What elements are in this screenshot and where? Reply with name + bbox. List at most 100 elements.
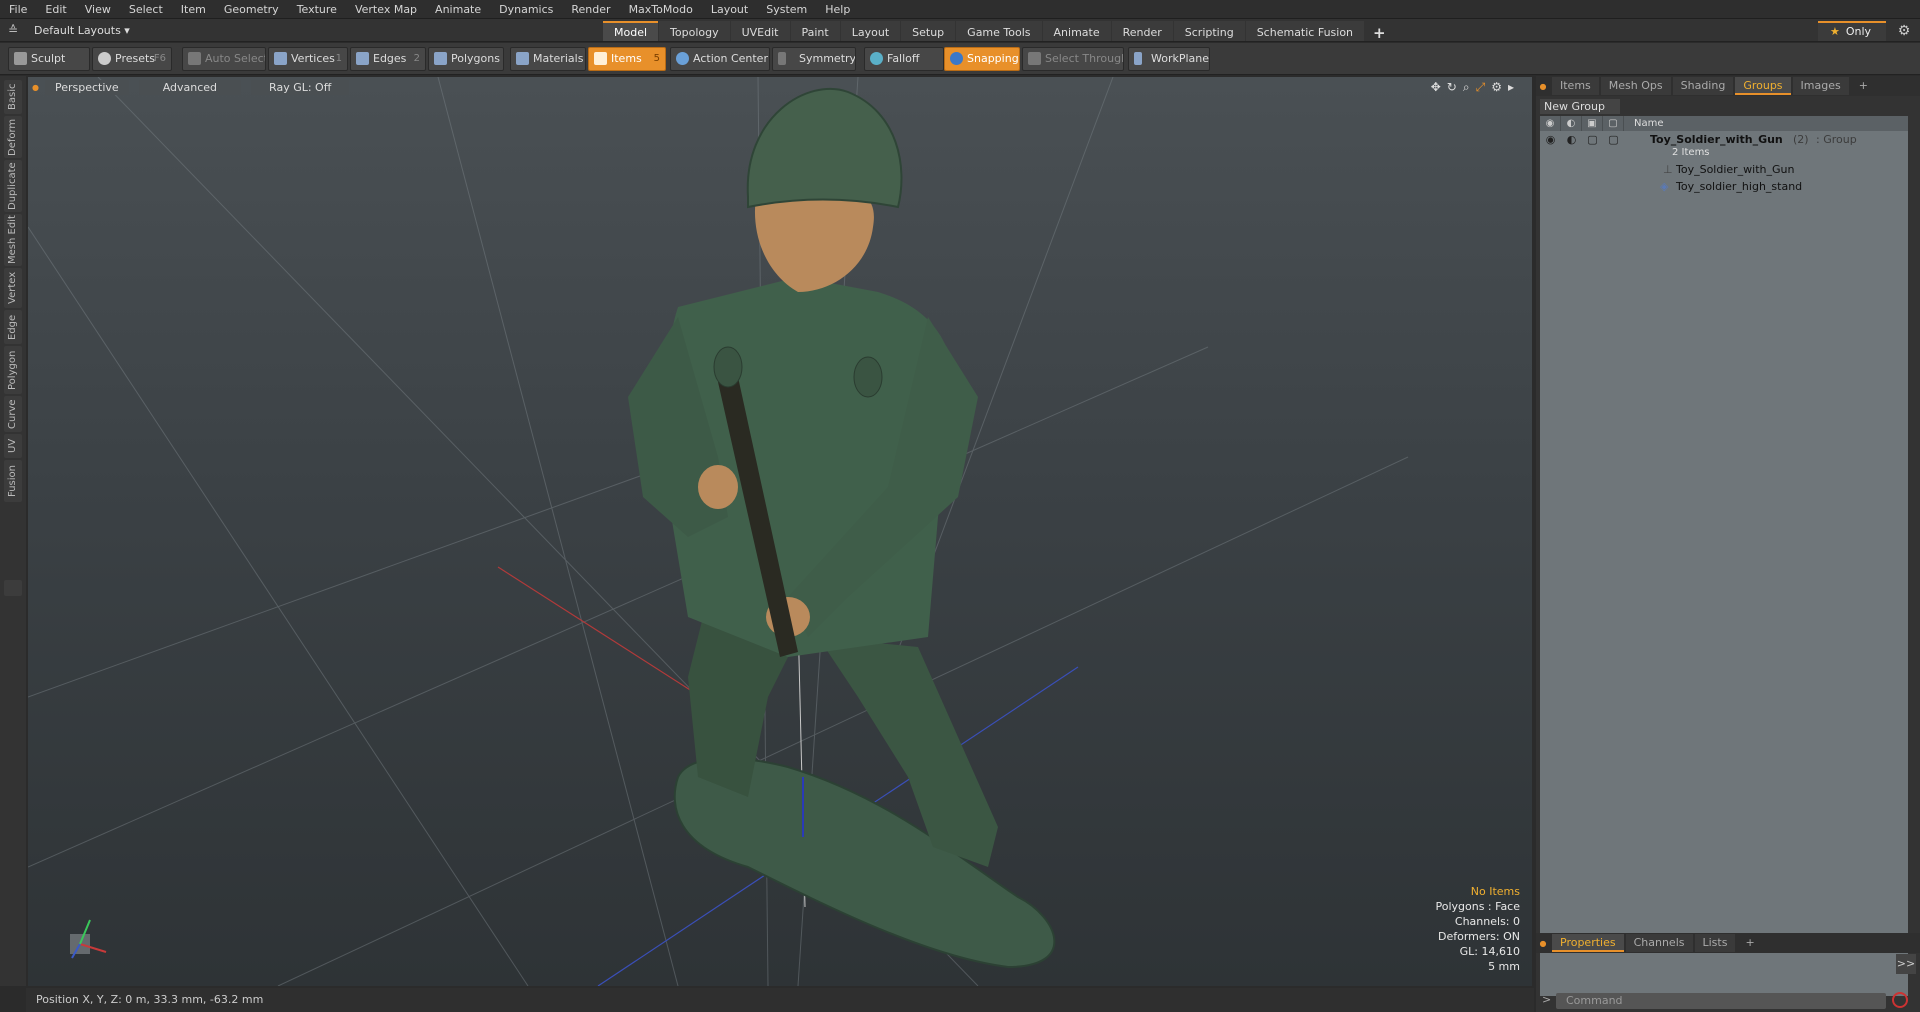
menu-render[interactable]: Render: [562, 0, 619, 19]
tab-expand[interactable]: [4, 580, 22, 596]
tab-groups[interactable]: Groups: [1735, 77, 1791, 95]
tab-images[interactable]: Images: [1792, 77, 1849, 95]
menu-vertex-map[interactable]: Vertex Map: [346, 0, 426, 19]
name-column-header[interactable]: Name: [1624, 118, 1664, 129]
action-center-button[interactable]: Action Center: [670, 47, 770, 71]
symmetry-button[interactable]: Symmetry: [772, 47, 856, 71]
properties-menu-icon[interactable]: ●: [1536, 939, 1550, 948]
viewport-settings-icon[interactable]: ⚙: [1491, 80, 1502, 95]
new-group-button[interactable]: New Group: [1540, 99, 1620, 114]
tab-vertex[interactable]: Vertex: [4, 268, 22, 308]
select-through-button[interactable]: Select Through: [1022, 47, 1124, 71]
menu-animate[interactable]: Animate: [426, 0, 490, 19]
fit-view-icon[interactable]: ⤢: [1476, 80, 1486, 95]
eye-column-icon[interactable]: ◉: [1540, 116, 1561, 131]
snapping-button[interactable]: Snapping: [944, 47, 1020, 71]
vertices-button[interactable]: Vertices 1: [268, 47, 348, 71]
viewport-menu-icon[interactable]: ●: [32, 83, 39, 92]
add-panel-tab-button[interactable]: +: [1851, 77, 1876, 95]
tab-mesh-ops[interactable]: Mesh Ops: [1600, 77, 1671, 95]
menu-help[interactable]: Help: [816, 0, 859, 19]
left-tool-tabs: Basic Deform Duplicate Mesh Edit Vertex …: [0, 76, 26, 986]
menu-item[interactable]: Item: [172, 0, 215, 19]
tab-basic[interactable]: Basic: [4, 80, 22, 114]
tab-layout[interactable]: Layout: [840, 21, 901, 41]
auto-select-button[interactable]: Auto Select: [182, 47, 266, 71]
menu-system[interactable]: System: [757, 0, 816, 19]
tab-schematic-fusion[interactable]: Schematic Fusion: [1245, 21, 1365, 41]
tab-paint[interactable]: Paint: [790, 21, 840, 41]
shading-dropdown[interactable]: Advanced: [138, 79, 242, 95]
items-button[interactable]: Items 5: [588, 47, 666, 71]
tab-animate[interactable]: Animate: [1042, 21, 1111, 41]
tab-edge[interactable]: Edge: [4, 310, 22, 344]
tab-curve[interactable]: Curve: [4, 396, 22, 432]
gear-icon[interactable]: ⚙: [1894, 21, 1914, 41]
raygl-toggle[interactable]: Ray GL: Off: [251, 79, 350, 95]
tab-uv[interactable]: UV: [4, 434, 22, 458]
3d-viewport[interactable]: ● Perspective Advanced Ray GL: Off ✥ ↻ ⌕…: [28, 77, 1532, 986]
select-toggle-icon[interactable]: ▢: [1603, 131, 1624, 148]
toy-soldier-model[interactable]: [628, 87, 1056, 969]
select-column-icon[interactable]: ▢: [1603, 116, 1624, 131]
menu-select[interactable]: Select: [120, 0, 172, 19]
menu-maxtomodo[interactable]: MaxToModo: [620, 0, 702, 19]
tab-properties[interactable]: Properties: [1552, 934, 1624, 952]
panel-menu-icon[interactable]: ●: [1536, 82, 1550, 91]
presets-button[interactable]: Presets F6: [92, 47, 172, 71]
lock-toggle-icon[interactable]: ▢: [1582, 131, 1603, 148]
menu-geometry[interactable]: Geometry: [215, 0, 288, 19]
menu-dynamics[interactable]: Dynamics: [490, 0, 562, 19]
tab-shading[interactable]: Shading: [1672, 77, 1734, 95]
workplane-button[interactable]: WorkPlane: [1128, 47, 1210, 71]
tab-setup[interactable]: Setup: [901, 21, 956, 41]
stop-icon[interactable]: [1892, 992, 1908, 1008]
tab-deform[interactable]: Deform: [4, 116, 22, 158]
tab-topology[interactable]: Topology: [659, 21, 730, 41]
tab-model[interactable]: Model: [603, 21, 659, 41]
falloff-button[interactable]: Falloff: [864, 47, 944, 71]
tab-channels[interactable]: Channels: [1625, 934, 1693, 952]
falloff-label: Falloff: [887, 52, 920, 65]
add-properties-tab-button[interactable]: +: [1737, 934, 1762, 952]
list-item[interactable]: ⊥ Toy_Soldier_with_Gun: [1540, 161, 1908, 178]
group-row[interactable]: ◉ ◐ ▢ ▢ Toy_Soldier_with_Gun (2) : Group…: [1540, 131, 1908, 161]
menu-layout[interactable]: Layout: [702, 0, 757, 19]
add-tab-button[interactable]: +: [1365, 21, 1394, 42]
tab-uvedit[interactable]: UVEdit: [730, 21, 790, 41]
sculpt-button[interactable]: Sculpt: [8, 47, 90, 71]
tab-items[interactable]: Items: [1552, 77, 1599, 95]
tab-lists[interactable]: Lists: [1694, 934, 1736, 952]
only-toggle[interactable]: ★ Only: [1818, 21, 1886, 41]
zoom-view-icon[interactable]: ⌕: [1463, 80, 1470, 95]
command-input[interactable]: Command: [1556, 993, 1886, 1009]
mode-tabs: Model Topology UVEdit Paint Layout Setup…: [603, 21, 1395, 42]
menu-file[interactable]: File: [0, 0, 36, 19]
tab-mesh-edit[interactable]: Mesh Edit: [4, 214, 22, 266]
perspective-dropdown[interactable]: Perspective: [44, 79, 129, 95]
tab-game-tools[interactable]: Game Tools: [956, 21, 1042, 41]
tab-polygon[interactable]: Polygon: [4, 346, 22, 394]
rotate-view-icon[interactable]: ↻: [1447, 80, 1457, 95]
layouts-dropdown[interactable]: Default Layouts ▾: [26, 24, 141, 37]
render-toggle-icon[interactable]: ◐: [1561, 131, 1582, 148]
materials-button[interactable]: Materials: [510, 47, 586, 71]
vertices-count: 1: [335, 53, 342, 64]
expand-panel-button[interactable]: >>: [1896, 954, 1916, 974]
render-column-icon[interactable]: ◐: [1561, 116, 1582, 131]
polygons-button[interactable]: Polygons: [428, 47, 504, 71]
menu-edit[interactable]: Edit: [36, 0, 75, 19]
move-view-icon[interactable]: ✥: [1431, 80, 1441, 95]
edges-button[interactable]: Edges 2: [350, 47, 426, 71]
collapse-icon[interactable]: ≙: [0, 23, 26, 37]
tab-render[interactable]: Render: [1111, 21, 1173, 41]
tab-fusion[interactable]: Fusion: [4, 460, 22, 502]
menu-view[interactable]: View: [76, 0, 120, 19]
viewport-expand-icon[interactable]: ▸: [1508, 80, 1514, 95]
visibility-toggle-icon[interactable]: ◉: [1540, 131, 1561, 148]
menu-texture[interactable]: Texture: [288, 0, 346, 19]
tab-duplicate[interactable]: Duplicate: [4, 160, 22, 212]
tab-scripting[interactable]: Scripting: [1173, 21, 1245, 41]
lock-column-icon[interactable]: ▣: [1582, 116, 1603, 131]
list-item[interactable]: ◈ Toy_soldier_high_stand: [1540, 178, 1908, 195]
